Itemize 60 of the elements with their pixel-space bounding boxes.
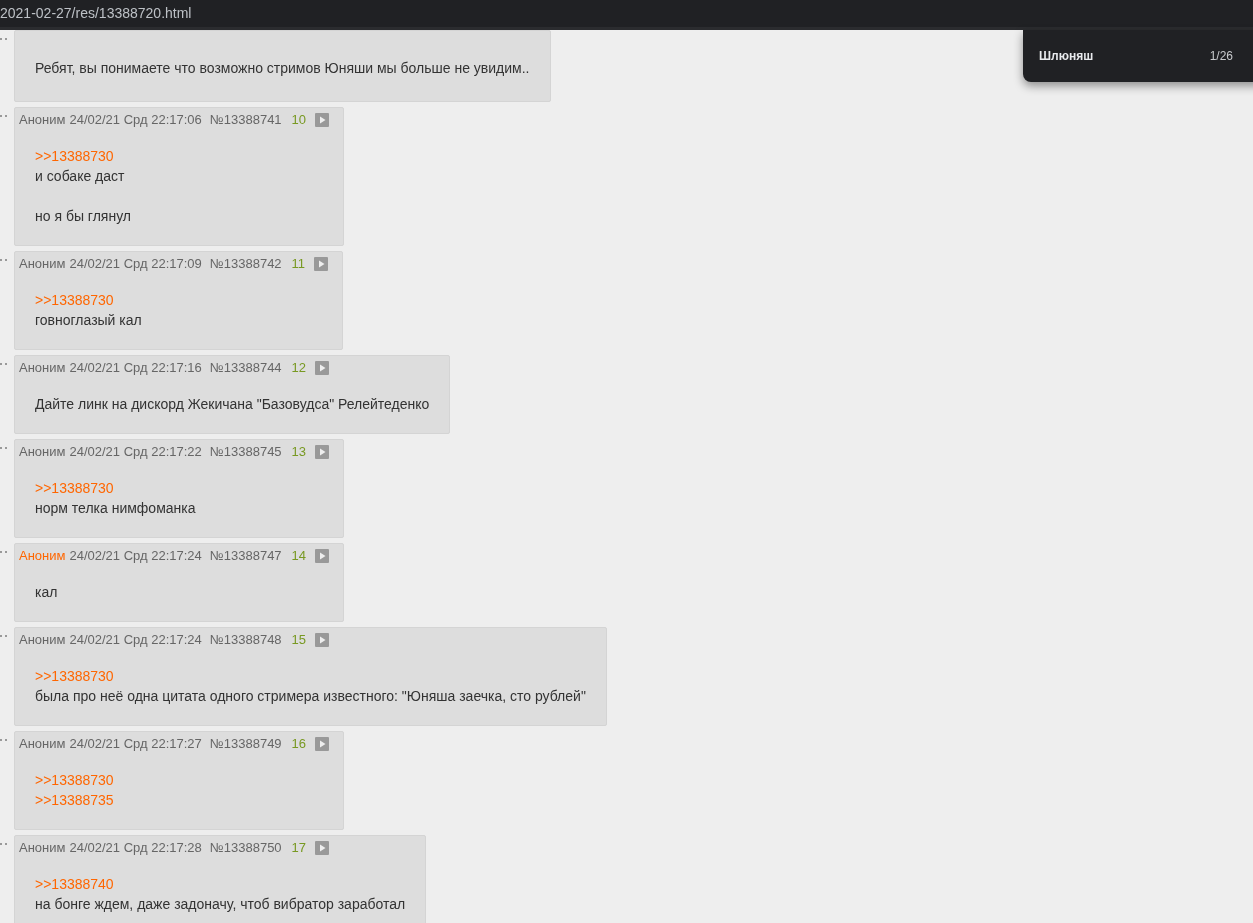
post-text: и собаке даст <box>35 167 126 186</box>
author-name: Аноним <box>19 631 66 650</box>
drag-handle-icon[interactable] <box>0 843 8 846</box>
author-name: Аноним <box>19 443 66 462</box>
post-date: 24/02/21 Срд 22:17:16 <box>69 359 202 378</box>
author-name: Аноним <box>19 111 66 130</box>
post-index: 14 <box>291 547 307 566</box>
post-index: 13 <box>291 443 307 462</box>
play-icon[interactable] <box>315 841 330 855</box>
post-text: кал <box>35 583 59 602</box>
post-index: 17 <box>291 839 307 858</box>
page-url[interactable]: 2021-02-27/res/13388720.html <box>0 3 192 24</box>
post-number[interactable]: №13388742 <box>209 254 282 274</box>
find-query[interactable]: Шлюняш <box>1039 47 1094 65</box>
post-date: 24/02/21 Срд 22:17:27 <box>69 735 202 754</box>
post-date: 24/02/21 Срд 22:17:09 <box>69 255 202 274</box>
play-icon[interactable] <box>314 257 329 271</box>
post-number[interactable]: №13388748 <box>209 630 282 650</box>
post-index: 10 <box>291 111 307 130</box>
play-icon[interactable] <box>315 113 330 127</box>
post-number[interactable]: №13388741 <box>209 110 282 130</box>
post-text: на бонге ждем, даже задоначу, чтоб вибратор заработал <box>35 895 406 914</box>
post-text: говноглазый кал <box>35 311 143 330</box>
match-count: 1/26 <box>1209 48 1233 65</box>
post-number[interactable]: №13388744 <box>209 358 282 378</box>
play-icon[interactable] <box>315 549 330 563</box>
post-index: 12 <box>291 359 307 378</box>
post-number[interactable]: №13388749 <box>209 734 282 754</box>
play-icon[interactable] <box>315 445 330 459</box>
post-text: была про неё одна цитата одного стримера известного: "Юняша заечка, сто рублей" <box>35 687 586 706</box>
author-name: Аноним <box>19 359 66 378</box>
post-index: 15 <box>291 631 307 650</box>
post-index: 11 <box>291 255 306 274</box>
post-date: 24/02/21 Срд 22:17:28 <box>69 839 202 858</box>
drag-handle-icon[interactable] <box>0 551 8 554</box>
play-icon[interactable] <box>315 361 330 375</box>
drag-handle-icon[interactable] <box>0 635 8 638</box>
drag-handle-icon[interactable] <box>0 259 8 262</box>
post-date: 24/02/21 Срд 22:17:24 <box>69 547 202 566</box>
drag-handle-icon[interactable] <box>0 739 8 742</box>
play-icon[interactable] <box>315 737 330 751</box>
post-text: но я бы глянул <box>35 207 132 226</box>
post-number[interactable]: №13388750 <box>209 838 282 858</box>
play-icon[interactable] <box>315 633 330 647</box>
drag-handle-icon[interactable] <box>0 38 8 41</box>
post-number[interactable]: №13388745 <box>209 442 282 462</box>
post-text: норм телка нимфоманка <box>35 499 197 518</box>
post-date: 24/02/21 Срд 22:17:22 <box>69 443 202 462</box>
post-index: 16 <box>291 735 307 754</box>
drag-handle-icon[interactable] <box>0 447 8 450</box>
drag-handle-icon[interactable] <box>0 363 8 366</box>
post-text: Дайте линк на дискорд Жекичана "Базовудса" Релейтеденко <box>35 395 430 414</box>
author-name: Аноним <box>19 839 66 858</box>
post-date: 24/02/21 Срд 22:17:06 <box>69 111 202 130</box>
post-text: Ребят, вы понимаете что возможно стримов Юняши мы больше не увидим.. <box>35 59 530 78</box>
author-name: Аноним <box>19 735 66 754</box>
author-name: Аноним <box>19 255 66 274</box>
post-date: 24/02/21 Срд 22:17:24 <box>69 631 202 650</box>
drag-handle-icon[interactable] <box>0 115 8 118</box>
post-number[interactable]: №13388747 <box>209 546 282 566</box>
